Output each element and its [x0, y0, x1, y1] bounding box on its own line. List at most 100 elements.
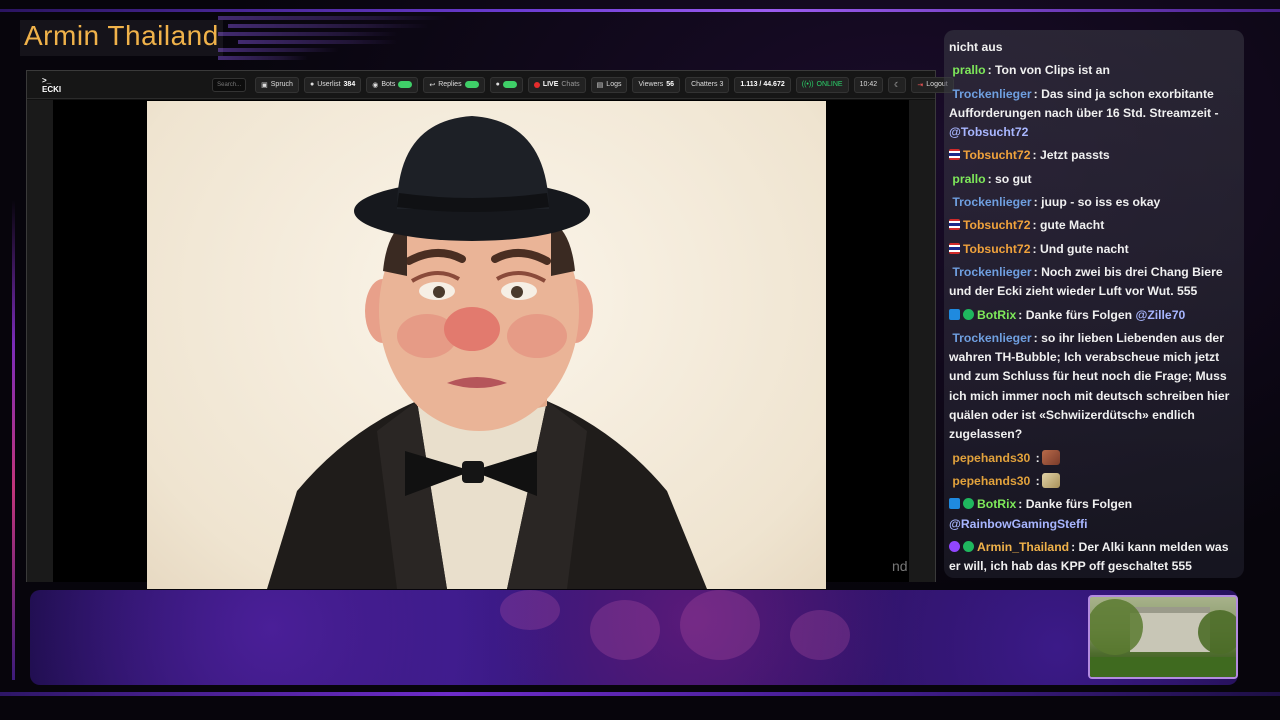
- chat-mention[interactable]: @Zille70: [1135, 308, 1185, 322]
- thai-flag-icon: [949, 242, 960, 254]
- bokeh-light: [590, 600, 660, 660]
- message-text: : Danke fürs Folgen: [1018, 497, 1133, 512]
- chat-mention[interactable]: @Tobsucht72: [949, 125, 1028, 139]
- search-input[interactable]: Search...: [212, 77, 247, 92]
- replies-toggle[interactable]: ↩ Replies: [423, 76, 485, 93]
- bottom-banner: [30, 590, 1238, 685]
- logs-button[interactable]: ▤ Logs: [590, 76, 628, 93]
- bokeh-light: [680, 590, 760, 660]
- quote-icon: ▣: [261, 81, 268, 89]
- chat-username[interactable]: pepehands30: [952, 474, 1030, 488]
- message-text: : so gut: [987, 171, 1032, 186]
- overlay-frame-left: [12, 200, 15, 680]
- moon-icon: ☾: [894, 81, 901, 89]
- bokeh-light: [500, 590, 560, 630]
- spruch-button[interactable]: ▣ Spruch: [255, 76, 299, 93]
- chat-message: Tobsucht72: Und gute nacht: [949, 240, 1241, 259]
- chat-message: pepehands30 :: [949, 449, 1241, 468]
- mic-icon: ●: [495, 81, 500, 88]
- chat-message: pepehands30 :: [949, 472, 1241, 491]
- live-chats-button[interactable]: LIVE Chats: [527, 76, 586, 93]
- message-text: :: [1032, 473, 1040, 488]
- chatters-counter: Chatters 3: [685, 76, 730, 93]
- emote-icon: [1041, 472, 1060, 488]
- chat-message: Trockenlieger: Das sind ja schon exorbit…: [949, 85, 1241, 143]
- chat-username[interactable]: Trockenlieger: [952, 195, 1031, 209]
- chat-username[interactable]: Tobsucht72: [963, 218, 1031, 232]
- mic-switch[interactable]: [502, 81, 517, 88]
- chat-username[interactable]: pepehands30: [952, 451, 1030, 465]
- chat-message: Trockenlieger: juup - so iss es okay: [949, 193, 1241, 212]
- stream-overlay: Armin Thailand >_ ECKI Search... ▣ Spruch…: [0, 0, 1280, 720]
- chat-panel[interactable]: nicht aus prallo: Ton von Clips ist an T…: [944, 30, 1244, 578]
- chat-username[interactable]: Tobsucht72: [963, 148, 1031, 162]
- userlist-label: Userlist: [317, 81, 341, 88]
- chat-username[interactable]: BotRix: [977, 308, 1016, 322]
- capture-right-panel: [909, 100, 935, 582]
- userlist-button[interactable]: ● Userlist 384: [303, 76, 362, 93]
- chat-message: Trockenlieger: so ihr lieben Liebenden a…: [949, 329, 1241, 445]
- verified-badge-icon: [963, 308, 974, 320]
- logs-label: Logs: [606, 81, 622, 88]
- bokeh-light: [790, 610, 850, 660]
- live-dot-icon: [533, 81, 540, 88]
- bots-switch[interactable]: [398, 81, 413, 88]
- chat-username[interactable]: Tobsucht72: [963, 242, 1031, 256]
- message-text: :: [1032, 450, 1040, 465]
- chat-username[interactable]: Trockenlieger: [952, 331, 1031, 345]
- bots-label: Bots: [381, 81, 396, 88]
- verified-badge-icon: [963, 498, 974, 510]
- portrait-image: [147, 101, 826, 589]
- chat-username[interactable]: BotRix: [977, 497, 1016, 511]
- user-icon: ●: [309, 81, 315, 88]
- viewers-counter: Viewers 56: [632, 76, 681, 93]
- terminal-brand[interactable]: >_ ECKI: [42, 76, 61, 94]
- replies-label: Replies: [438, 81, 462, 88]
- mic-toggle[interactable]: ●: [489, 76, 523, 93]
- chat-username[interactable]: prallo: [952, 172, 985, 186]
- glitch-decoration: [218, 14, 458, 66]
- online-status: ((•)) ONLINE: [795, 76, 849, 93]
- theme-toggle[interactable]: ☾: [888, 76, 907, 93]
- viewers-label: Viewers: [638, 81, 664, 88]
- truncated-text: nd: [892, 558, 908, 574]
- chat-username[interactable]: Trockenlieger: [952, 87, 1031, 101]
- reply-icon: ↩: [429, 81, 436, 89]
- verified-badge-icon: [963, 540, 974, 552]
- logout-icon: ⇥: [917, 81, 924, 89]
- logs-icon: ▤: [596, 81, 604, 89]
- chats-label: Chats: [561, 81, 580, 88]
- chat-message: BotRix: Danke fürs Folgen @RainbowGaming…: [949, 495, 1241, 534]
- bot-icon: ◉: [372, 81, 379, 89]
- chat-message: prallo: so gut: [949, 170, 1241, 189]
- chat-message-list: nicht aus prallo: Ton von Clips ist an T…: [949, 38, 1241, 578]
- message-text: : so ihr lieben Liebenden aus der wahren…: [949, 330, 1230, 442]
- chat-username[interactable]: prallo: [952, 63, 985, 77]
- chat-username[interactable]: Armin_Thailand: [977, 540, 1069, 554]
- replies-switch[interactable]: [464, 81, 479, 88]
- chat-username[interactable]: Trockenlieger: [952, 265, 1031, 279]
- bots-toggle[interactable]: ◉ Bots: [366, 76, 419, 93]
- chat-message: prallo: Ton von Clips ist an: [949, 61, 1241, 80]
- chat-message: Trockenlieger: Noch zwei bis drei Chang …: [949, 263, 1241, 302]
- app-toolbar: >_ ECKI Search... ▣ Spruch ● Userlist 384 ◉…: [27, 71, 954, 99]
- online-label: ONLINE: [816, 81, 843, 88]
- signal-icon: ((•)): [801, 81, 814, 88]
- spruch-label: Spruch: [270, 81, 293, 88]
- chat-message: nicht aus: [949, 38, 1241, 57]
- garden-wall-scene: [1090, 599, 1236, 677]
- message-text: : Ton von Clips ist an: [987, 63, 1110, 78]
- userlist-count: 384: [343, 81, 356, 88]
- thai-flag-icon: [949, 219, 960, 231]
- viewers-count: 56: [666, 81, 675, 88]
- channel-title: Armin Thailand: [20, 20, 223, 56]
- chat-mention[interactable]: @RainbowGamingSteffi: [949, 517, 1088, 531]
- bot-badge-icon: [949, 498, 960, 510]
- overlay-frame-top: [0, 9, 1280, 12]
- chat-message: BotRix: Danke fürs Folgen @Zille70: [949, 306, 1241, 325]
- overlay-frame-bottom: [0, 692, 1280, 696]
- webcam-feed: [1088, 595, 1238, 679]
- bot-badge-icon: [949, 308, 960, 320]
- message-text: : Danke fürs Folgen: [1018, 307, 1136, 322]
- capture-left-panel: [27, 100, 53, 582]
